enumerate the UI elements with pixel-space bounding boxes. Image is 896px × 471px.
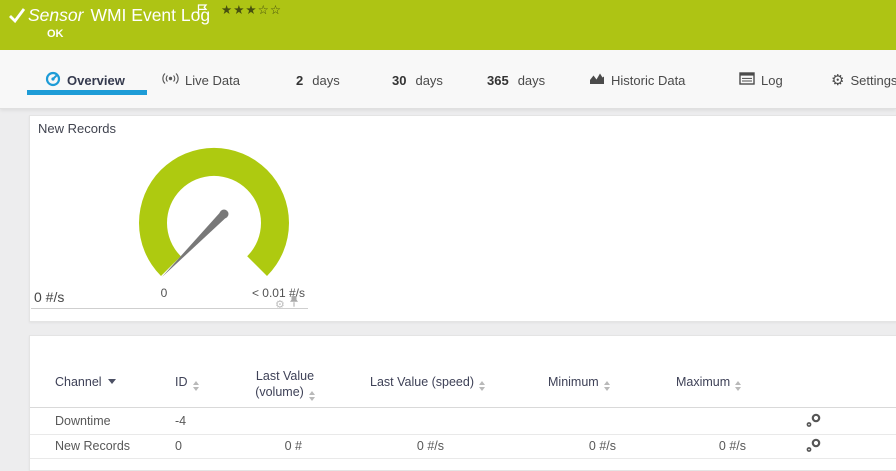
tab-overview-label: Overview — [67, 72, 125, 88]
sort-icon — [192, 381, 199, 391]
tab-2-days-unit: days — [312, 72, 340, 88]
column-header-id[interactable]: ID — [175, 375, 199, 391]
gauge-baseline — [31, 308, 308, 309]
cell-last-value-volume: 0 # — [284, 439, 302, 453]
column-header-last-value-speed[interactable]: Last Value (speed) — [370, 375, 485, 391]
gauge-title: New Records — [38, 121, 117, 136]
sort-icon — [308, 391, 315, 402]
table-row-new-records[interactable]: New Records 0 0 # 0 #/s 0 #/s 0 #/s — [30, 434, 896, 459]
gauge-chart — [139, 147, 289, 277]
column-header-last-value-volume-label: Last Value (volume) — [255, 369, 315, 400]
tab-settings-label: Settings — [850, 72, 896, 88]
sort-desc-icon — [107, 379, 116, 384]
tab-settings[interactable]: ⚙ Settings — [831, 64, 896, 96]
gauge-current-value: 0 #/s — [34, 289, 65, 305]
sensor-name: WMI Event Log — [90, 5, 211, 25]
tab-30-days-number: 30 — [392, 72, 407, 88]
cell-channel: Downtime — [55, 413, 111, 428]
flag-icon[interactable] — [197, 4, 208, 22]
sensor-kind-label: Sensor — [28, 5, 84, 25]
tab-30-days[interactable]: 30 days — [392, 64, 443, 96]
sensor-title-bar: Sensor WMI Event Log ★★★☆☆ OK — [0, 0, 896, 50]
tab-365-days-unit: days — [517, 72, 546, 88]
area-chart-icon — [589, 72, 605, 88]
channel-settings-gears-icon[interactable] — [805, 438, 831, 454]
active-tab-underline — [27, 90, 147, 95]
broadcast-icon — [162, 72, 179, 88]
cell-id: 0 — [175, 439, 182, 453]
column-header-channel[interactable]: Channel — [55, 375, 116, 389]
channel-table-panel: Channel ID Last Value (volume) Last Valu… — [29, 335, 896, 471]
cell-minimum: 0 #/s — [588, 439, 616, 453]
column-header-last-value-speed-label: Last Value (speed) — [370, 375, 474, 389]
column-header-last-value-volume[interactable]: Last Value (volume) — [230, 368, 340, 402]
tab-30-days-unit: days — [415, 72, 443, 88]
table-row-downtime[interactable]: Downtime -4 — [30, 407, 896, 435]
tab-historic-data-label: Historic Data — [611, 72, 686, 88]
cell-id: -4 — [175, 413, 187, 428]
tab-live-data[interactable]: Live Data — [162, 64, 240, 96]
gauge-icon — [45, 71, 61, 90]
gauge-scale-min: 0 — [160, 286, 168, 300]
channel-settings-gears-icon[interactable] — [805, 413, 831, 429]
cell-last-value-speed: 0 #/s — [416, 439, 444, 453]
log-list-icon — [739, 72, 755, 88]
column-header-id-label: ID — [175, 375, 188, 389]
tab-log[interactable]: Log — [739, 64, 783, 96]
status-badge: OK — [47, 28, 64, 40]
column-header-minimum-label: Minimum — [548, 375, 599, 389]
tab-2-days[interactable]: 2 days — [296, 64, 340, 96]
tab-365-days[interactable]: 365 days — [487, 64, 545, 96]
priority-stars[interactable]: ★★★☆☆ — [221, 2, 282, 17]
tab-365-days-number: 365 — [487, 72, 509, 88]
gear-icon: ⚙ — [831, 70, 845, 89]
sort-icon — [603, 381, 610, 391]
column-header-maximum[interactable]: Maximum — [676, 375, 742, 391]
sort-icon — [735, 381, 742, 391]
tab-bar: Overview Live Data 2 days 30 days 365 da… — [0, 50, 896, 109]
cell-maximum: 0 #/s — [718, 439, 746, 453]
gauge-panel: New Records 0 < 0.01 #/s 0 #/s ⚙ — [29, 115, 896, 322]
status-ok-check-icon — [8, 7, 26, 29]
pin-icon[interactable] — [289, 295, 299, 313]
tab-live-data-label: Live Data — [185, 72, 240, 88]
tab-2-days-number: 2 — [296, 72, 304, 88]
cell-channel: New Records — [55, 439, 131, 453]
tab-log-label: Log — [761, 72, 783, 88]
sort-icon — [479, 381, 485, 391]
column-header-maximum-label: Maximum — [676, 375, 731, 389]
column-header-minimum[interactable]: Minimum — [548, 375, 610, 391]
page-title: Sensor WMI Event Log — [28, 5, 210, 29]
column-header-channel-label: Channel — [55, 375, 102, 389]
tab-historic-data[interactable]: Historic Data — [589, 64, 685, 96]
